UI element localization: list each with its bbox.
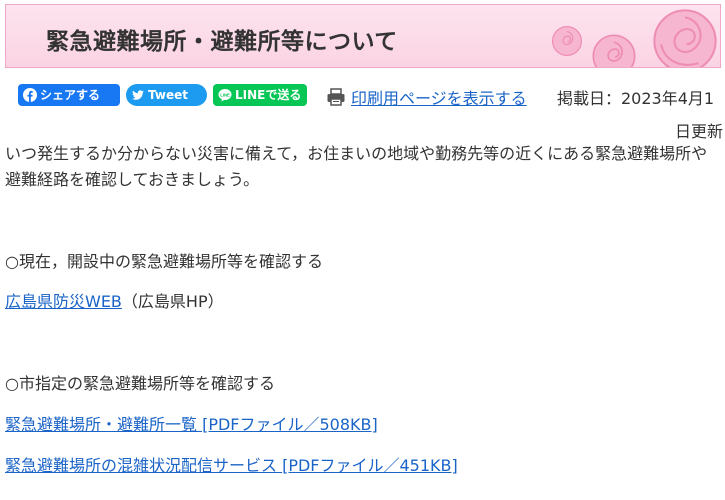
section-heading-city-shelters: ○市指定の緊急避難場所等を確認する <box>5 374 275 393</box>
printer-icon <box>327 88 345 106</box>
intro-paragraph: いつ発生するか分からない災害に備えて，お住まいの地域や勤務先等の近くにある緊急避… <box>5 144 708 189</box>
rose-icon <box>552 26 582 56</box>
line-chat-icon: LINE <box>218 89 232 102</box>
print-page-link-text[interactable]: 印刷用ページを表示する <box>351 85 527 109</box>
rose-icon <box>653 9 717 67</box>
line-share-button[interactable]: LINE LINEで送る <box>213 84 307 106</box>
tweet-button[interactable]: Tweet <box>126 84 207 106</box>
twitter-bird-icon <box>132 90 144 100</box>
published-date: 掲載日：2023年4月1 <box>557 89 715 108</box>
rose-icon <box>592 34 636 67</box>
published-date-continued: 日更新 <box>674 122 723 141</box>
shelter-list-line: 緊急避難場所・避難所一覧 [PDFファイル／508KB] <box>5 412 378 438</box>
congestion-service-line: 緊急避難場所の混雑状況配信サービス [PDFファイル／451KB] <box>5 453 458 479</box>
line-share-label: LINEで送る <box>235 88 302 102</box>
hiroshima-bousai-link-line: 広島県防災WEB（広島県HP） <box>5 289 224 315</box>
hiroshima-bousai-web-link[interactable]: 広島県防災WEB <box>5 292 122 311</box>
link-source-note: （広島県HP） <box>121 292 224 311</box>
page-title-banner: 緊急避難場所・避難所等について <box>5 4 721 68</box>
shelter-list-pdf-link[interactable]: 緊急避難場所・避難所一覧 [PDFファイル／508KB] <box>5 415 378 434</box>
section-heading-current-shelters: ○現在，開設中の緊急避難場所等を確認する <box>5 252 323 271</box>
facebook-share-label: シェアする <box>40 88 101 102</box>
svg-text:LINE: LINE <box>220 92 230 97</box>
facebook-icon <box>23 88 37 102</box>
congestion-service-pdf-link[interactable]: 緊急避難場所の混雑状況配信サービス [PDFファイル／451KB] <box>5 456 458 475</box>
page-title: 緊急避難場所・避難所等について <box>46 29 398 55</box>
tweet-label: Tweet <box>148 88 188 102</box>
facebook-share-button[interactable]: シェアする <box>18 84 120 106</box>
